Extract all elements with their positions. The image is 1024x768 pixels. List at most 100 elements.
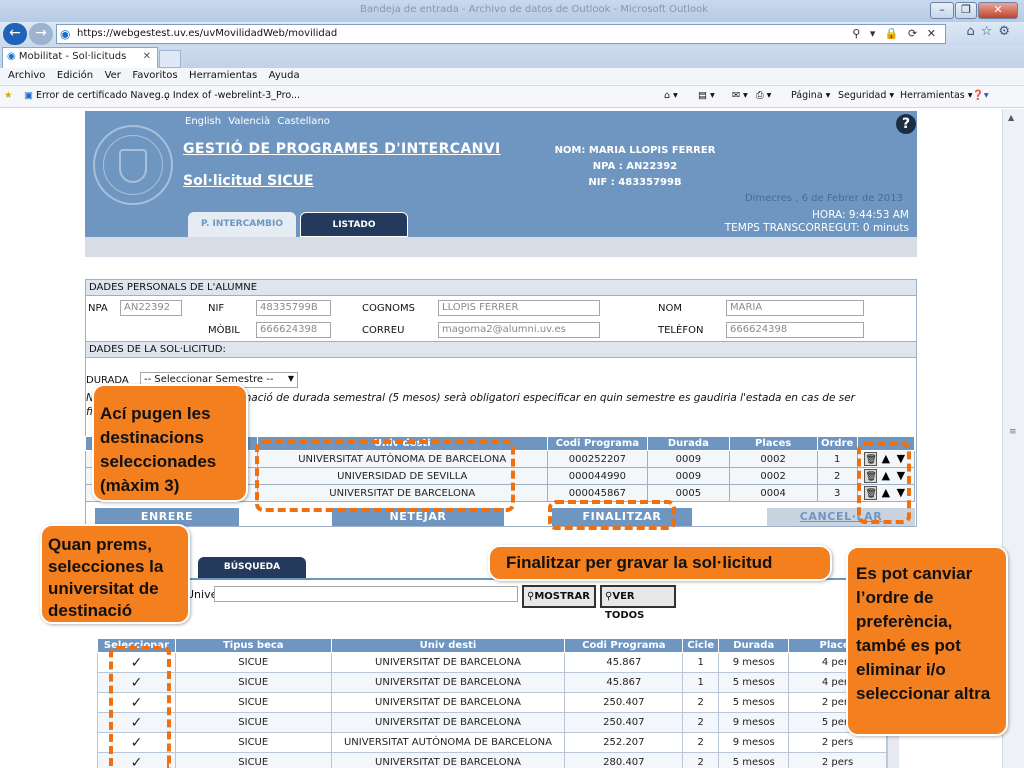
home-icon[interactable]: ⌂ ▾ <box>664 90 678 101</box>
col-codi-programa: Codi Programa <box>564 638 684 653</box>
codi-cell: 252.207 <box>564 732 684 753</box>
menu-ayuda[interactable]: Ayuda <box>269 70 300 81</box>
univ-cell: UNIVERSITAT DE BARCELONA <box>330 752 566 768</box>
durada-cell: 9 mesos <box>718 732 790 753</box>
user-info: NOM: MARIA LLOPIS FERRER NPA : AN22392 N… <box>525 143 745 191</box>
page-subtitle[interactable]: Sol·licitud SICUE <box>183 173 314 189</box>
places-cell: 0002 <box>728 467 818 485</box>
favorites-bar: ★ ▣ Error de certificado Naveg... ǫ Inde… <box>0 86 1024 108</box>
telefon-field[interactable]: 666624398 <box>726 322 864 338</box>
favorites-star-icon[interactable]: ★ <box>4 90 13 101</box>
col-univ-desti: Univ desti <box>330 638 566 653</box>
col-durada: Durada <box>718 638 790 653</box>
page-icon: ▣ <box>24 90 33 101</box>
durada-cell: 0009 <box>646 467 730 485</box>
mostrar-button[interactable]: ⚲MOSTRAR <box>522 585 596 608</box>
tab-p-intercambio[interactable]: P. INTERCAMBIO <box>188 212 296 237</box>
places-cell: 2 pers <box>788 752 887 768</box>
clock-info: HORA: 9:44:53 AM TEMPS TRANSCORREGUT: 0 … <box>725 209 909 235</box>
univ-cell: UNIVERSITAT DE BARCELONA <box>330 712 566 733</box>
new-tab-button[interactable] <box>159 50 181 68</box>
address-url: https://webgestest.uv.es/uvMovilidadWeb/… <box>77 28 338 39</box>
home-star-gear-icons[interactable]: ⌂☆⚙ <box>966 24 1016 39</box>
codi-cell: 000045867 <box>546 484 648 502</box>
feeds-icon[interactable]: ▤ ▾ <box>698 90 715 101</box>
current-date: Dimecres , 6 de Febrer de 2013 <box>744 193 903 204</box>
mail-icon[interactable]: ✉ ▾ <box>732 90 748 101</box>
cicle-cell: 2 <box>682 712 720 733</box>
cmd-herramientas[interactable]: Herramientas ▾ <box>900 90 973 101</box>
univ-cell: UNIVERSITAT AUTÒNOMA DE BARCELONA <box>330 732 566 753</box>
scroll-up-icon[interactable]: ▲ <box>1008 113 1014 122</box>
dropdown-arrow-icon: ▼ <box>287 374 294 383</box>
back-button[interactable]: ← <box>3 23 27 45</box>
tab-listado-intercambios[interactable]: LISTADO INTERCAMBIOS <box>300 212 408 254</box>
order-buttons-highlight <box>857 442 911 524</box>
nif-field[interactable]: 48335799B <box>256 300 331 316</box>
address-tools-icons[interactable]: ⚲ ▾ 🔒 ⟳ ✕ <box>852 27 939 40</box>
help-icon[interactable]: ? <box>896 114 916 134</box>
results-table: Seleccionar Tipus beca Univ desti Codi P… <box>97 638 887 768</box>
print-icon[interactable]: ⎙ ▾ <box>756 90 771 101</box>
mobil-label: MÒBIL <box>208 325 240 336</box>
universitat-search-input[interactable] <box>214 586 518 602</box>
request-data-heading: DADES DE LA SOL·LICITUD: <box>85 341 917 358</box>
table-row: ✓ SICUE UNIVERSITAT DE BARCELONA 280.407… <box>97 752 887 768</box>
correu-field[interactable]: magoma2@alumni.uv.es <box>438 322 600 338</box>
menu-edicion[interactable]: Edición <box>57 70 93 81</box>
favorite-link-1[interactable]: ▣ Error de certificado Naveg... <box>24 90 170 101</box>
npa-field[interactable]: AN22392 <box>120 300 182 316</box>
menu-bar: Archivo Edición Ver Favoritos Herramient… <box>0 68 1024 86</box>
selected-rows-highlight <box>255 440 515 512</box>
tab-busqueda-avanzada[interactable]: BÚSQUEDA AVANZADA <box>198 557 306 593</box>
lang-english[interactable]: English <box>185 116 221 127</box>
ie-page-icon: ◉ <box>60 27 71 41</box>
window-title: Bandeja de entrada - Archivo de datos de… <box>360 4 709 15</box>
lang-valencia[interactable]: Valencià <box>228 116 270 127</box>
mobil-field[interactable]: 666624398 <box>256 322 331 338</box>
ordre-cell: 1 <box>816 450 858 468</box>
forward-button[interactable]: → <box>29 23 53 45</box>
callout-selected-destinations: Ací pugen les destinacions seleccionades… <box>92 384 248 502</box>
durada-cell: 0005 <box>646 484 730 502</box>
maximize-button[interactable]: ❐ <box>955 2 977 19</box>
page-title[interactable]: GESTIÓ DE PROGRAMES D'INTERCANVI <box>183 141 501 157</box>
nom-field[interactable]: MARIA <box>726 300 864 316</box>
codi-cell: 250.407 <box>564 712 684 733</box>
favorite-link-2[interactable]: ǫ Index of -webrelint-3_Pro... <box>164 90 300 101</box>
minimize-button[interactable]: – <box>930 2 954 19</box>
places-cell: 0002 <box>728 450 818 468</box>
tab-close-icon[interactable]: ✕ <box>143 51 151 62</box>
menu-ver[interactable]: Ver <box>105 70 121 81</box>
cognoms-field[interactable]: LLOPIS FERRER <box>438 300 600 316</box>
address-bar[interactable]: ◉ https://webgestest.uv.es/uvMovilidadWe… <box>56 24 946 44</box>
cicle-cell: 2 <box>682 752 720 768</box>
cmd-pagina[interactable]: Página ▾ <box>791 90 830 101</box>
menu-favoritos[interactable]: Favoritos <box>132 70 177 81</box>
ver-todos-button[interactable]: ⚲VER TODOS <box>600 585 676 621</box>
user-npa: NPA : AN22392 <box>592 161 678 172</box>
tipus-cell: SICUE <box>174 732 332 753</box>
cicle-cell: 2 <box>682 692 720 713</box>
tipus-cell: SICUE <box>174 752 332 768</box>
npa-label: NPA <box>88 303 108 314</box>
univ-cell: UNIVERSITAT DE BARCELONA <box>330 692 566 713</box>
help-icon[interactable]: ❓▾ <box>972 90 989 101</box>
table-row: ✓ SICUE UNIVERSITAT DE BARCELONA 45.867 … <box>97 672 887 693</box>
menu-archivo[interactable]: Archivo <box>8 70 45 81</box>
tipus-cell: SICUE <box>174 692 332 713</box>
cicle-cell: 1 <box>682 652 720 673</box>
cmd-seguridad[interactable]: Seguridad ▾ <box>838 90 894 101</box>
menu-herramientas[interactable]: Herramientas <box>189 70 257 81</box>
browser-tab-mobilitat[interactable]: ◉ Mobilitat - Sol·licituds ✕ <box>2 47 158 68</box>
current-time: HORA: 9:44:53 AM <box>812 209 909 221</box>
scroll-grip-icon[interactable]: ≡ <box>1009 427 1017 437</box>
close-window-button[interactable]: ✕ <box>978 2 1018 19</box>
favorite-link-2-label: Index of -webrelint-3_Pro... <box>172 90 301 101</box>
callout-finalize: Finalitzar per gravar la sol·licitud <box>488 545 832 581</box>
lang-castellano[interactable]: Castellano <box>277 116 330 127</box>
mostrar-label: MOSTRAR <box>534 591 590 602</box>
durada-cell: 5 mesos <box>718 692 790 713</box>
user-name: NOM: MARIA LLOPIS FERRER <box>554 145 716 156</box>
codi-cell: 280.407 <box>564 752 684 768</box>
